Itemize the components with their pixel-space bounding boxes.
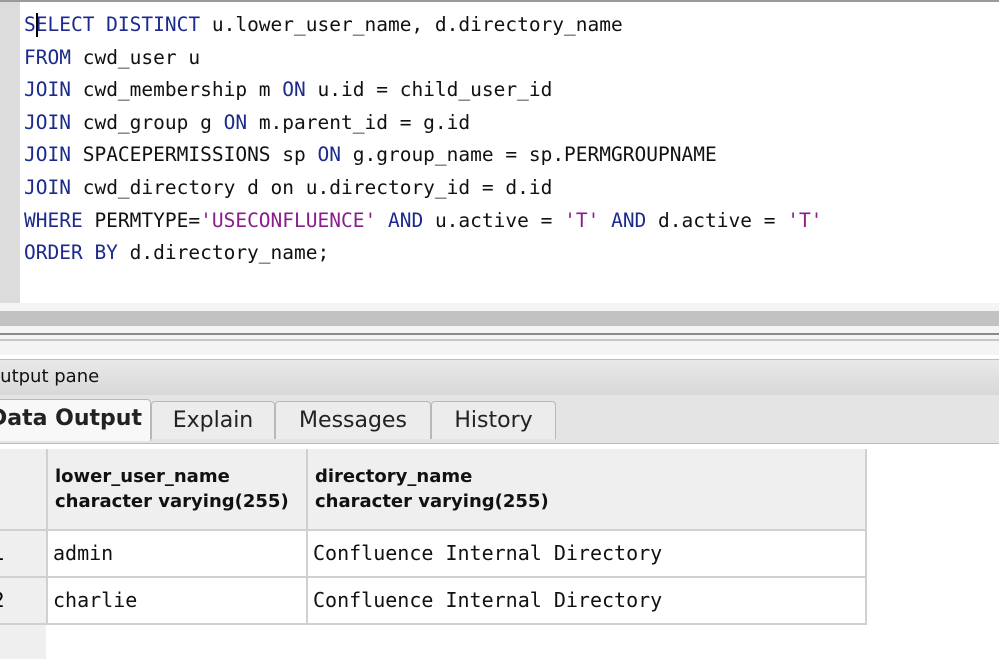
tab-data-output[interactable]: Data Output xyxy=(0,399,151,441)
sql-text: g.group_name = sp.PERMGROUPNAME xyxy=(341,143,717,167)
table-cell[interactable]: charlie xyxy=(48,578,308,625)
row-header[interactable]: 1 xyxy=(0,531,48,578)
sql-keyword: ON xyxy=(223,110,248,134)
editor-gutter xyxy=(0,2,20,303)
sql-text: m.parent_id = g.id xyxy=(247,110,471,134)
sql-text: cwd_directory d on u.directory_id = d.id xyxy=(70,175,553,199)
pane-splitter[interactable] xyxy=(0,303,999,355)
code-line: JOIN cwd_group g ON m.parent_id = g.id xyxy=(24,107,822,140)
sql-keyword: FROM xyxy=(24,45,71,69)
sql-editor[interactable]: SELECT DISTINCT u.lower_user_name, d.dir… xyxy=(0,0,999,303)
sql-text: d.active = xyxy=(646,208,788,232)
row-header[interactable]: 2 xyxy=(0,578,48,625)
sql-keyword: JOIN xyxy=(24,110,71,134)
column-type: character varying(255) xyxy=(315,491,549,512)
column-name: lower_user_name xyxy=(55,466,230,487)
sql-text: cwd_group g xyxy=(70,110,224,134)
text-caret xyxy=(36,13,38,37)
table-cell[interactable]: admin xyxy=(48,531,308,578)
sql-text: SPACEPERMISSIONS sp xyxy=(70,143,318,167)
divider xyxy=(0,339,999,341)
code-line: FROM cwd_user u xyxy=(24,42,822,75)
column-header-lower-user-name[interactable]: lower_user_name character varying(255) xyxy=(48,449,308,531)
column-header-directory-name[interactable]: directory_name character varying(255) xyxy=(308,449,867,531)
sql-keyword: JOIN xyxy=(24,143,71,167)
scrollbar[interactable] xyxy=(0,311,999,326)
tab-explain[interactable]: Explain xyxy=(151,401,275,439)
code-line: ORDER BY d.directory_name; xyxy=(24,237,822,270)
sql-text: u.active = xyxy=(423,208,565,232)
sql-keyword: SELECT DISTINCT xyxy=(24,13,201,36)
row-header-filler xyxy=(0,625,46,659)
code-line: JOIN cwd_directory d on u.directory_id =… xyxy=(24,172,822,205)
column-name: directory_name xyxy=(315,466,473,487)
sql-keyword: ON xyxy=(317,143,341,167)
output-pane-title: Output pane xyxy=(0,359,999,396)
sql-keyword: JOIN xyxy=(24,78,71,102)
column-type: character varying(255) xyxy=(55,491,289,512)
sql-text: PERMTYPE= xyxy=(82,208,201,232)
sql-text: u.id = child_user_id xyxy=(305,78,553,102)
code-line: JOIN SPACEPERMISSIONS sp ON g.group_name… xyxy=(24,139,822,172)
sql-text: cwd_membership m xyxy=(70,78,283,102)
divider xyxy=(0,333,999,335)
sql-keyword: WHERE xyxy=(24,208,83,232)
corner-header xyxy=(0,449,48,531)
sql-keyword: AND xyxy=(611,208,647,232)
sql-keyword: ON xyxy=(282,78,306,102)
tab-history[interactable]: History xyxy=(431,401,556,439)
sql-text: d.directory_name; xyxy=(117,241,330,265)
output-tabs: Data Output Explain Messages History xyxy=(0,395,999,444)
sql-string: 'T' xyxy=(564,208,600,232)
table-cell[interactable]: Confluence Internal Directory xyxy=(308,578,867,625)
data-grid: lower_user_name character varying(255) di… xyxy=(0,449,999,659)
table-cell[interactable]: Confluence Internal Directory xyxy=(308,531,867,578)
sql-keyword: ORDER BY xyxy=(24,241,118,265)
tab-messages[interactable]: Messages xyxy=(275,401,431,439)
code-line: WHERE PERMTYPE='USECONFLUENCE' AND u.act… xyxy=(24,205,822,238)
sql-text: u.lower_user_name, d.directory_name xyxy=(200,13,623,36)
sql-code[interactable]: SELECT DISTINCT u.lower_user_name, d.dir… xyxy=(24,9,822,270)
sql-keyword: JOIN xyxy=(24,175,71,199)
sql-string: 'USECONFLUENCE' xyxy=(200,208,377,232)
sql-text: cwd_user u xyxy=(70,45,201,69)
sql-string: 'T' xyxy=(787,208,823,232)
sql-keyword: AND xyxy=(387,208,424,232)
code-line: SELECT DISTINCT u.lower_user_name, d.dir… xyxy=(24,9,822,42)
code-line: JOIN cwd_membership m ON u.id = child_us… xyxy=(24,74,822,107)
